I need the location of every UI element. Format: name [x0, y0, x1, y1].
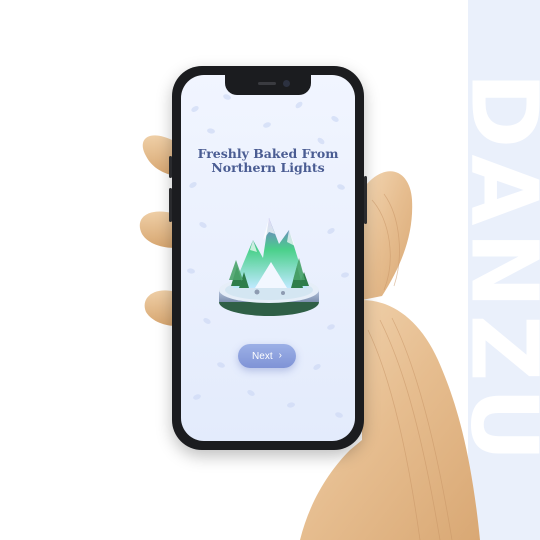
title-line-2: Northern Lights — [211, 160, 325, 175]
phone-screen: Freshly Baked From Northern Lights Next … — [181, 75, 355, 441]
phone-side-button — [169, 188, 172, 222]
onboarding-title: Freshly Baked From Northern Lights — [181, 147, 355, 175]
camera-icon — [283, 80, 290, 87]
next-button-label: Next — [252, 350, 273, 362]
phone-side-button — [364, 176, 367, 224]
title-line-1: Freshly Baked From — [197, 146, 339, 161]
speaker-grille — [258, 82, 276, 85]
phone-mockup: Freshly Baked From Northern Lights Next … — [169, 66, 367, 450]
next-button[interactable]: Next › — [238, 344, 296, 368]
phone-side-button — [169, 156, 172, 178]
phone-notch — [225, 75, 311, 95]
chevron-right-icon: › — [278, 350, 282, 361]
aurora-island-illustration — [219, 218, 319, 316]
